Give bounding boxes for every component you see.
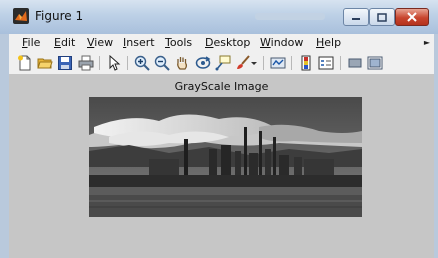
pointer-icon[interactable]: [106, 55, 122, 71]
figure-canvas: GrayScale Image: [9, 74, 434, 258]
figure-toolbar: [9, 52, 434, 75]
blurred-title-region: [255, 13, 325, 20]
brush-dropdown-icon[interactable]: [250, 55, 258, 71]
industrial-plant-photo: [89, 97, 362, 217]
menu-window[interactable]: Window: [260, 36, 303, 49]
show-plot-tools-icon[interactable]: [367, 55, 383, 71]
open-folder-icon[interactable]: [37, 55, 53, 71]
minimize-button[interactable]: [343, 8, 369, 26]
close-button[interactable]: [395, 8, 429, 26]
insert-colorbar-icon[interactable]: [298, 55, 314, 71]
grayscale-image: [89, 97, 362, 217]
menu-help[interactable]: Help: [316, 36, 341, 49]
toolbar-separator: [291, 56, 292, 70]
new-figure-icon[interactable]: [17, 55, 33, 71]
window-title: Figure 1: [35, 9, 84, 23]
maximize-icon: [377, 12, 387, 22]
menu-insert[interactable]: Insert: [123, 36, 155, 49]
figure-window: Figure 1 File Edit View Insert Tools Des…: [0, 0, 438, 258]
menu-edit[interactable]: Edit: [54, 36, 75, 49]
toolbar-separator: [263, 56, 264, 70]
menu-desktop[interactable]: Desktop: [205, 36, 250, 49]
rotate-3d-icon[interactable]: [195, 55, 211, 71]
insert-legend-icon[interactable]: [318, 55, 334, 71]
data-cursor-icon[interactable]: [215, 55, 231, 71]
toolbar-separator: [99, 56, 100, 70]
menu-tools[interactable]: Tools: [165, 36, 192, 49]
pan-hand-icon[interactable]: [174, 55, 190, 71]
menu-bar: File Edit View Insert Tools Desktop Wind…: [9, 34, 434, 52]
print-icon[interactable]: [78, 55, 94, 71]
maximize-button[interactable]: [369, 8, 395, 26]
matlab-app-icon: [13, 8, 29, 24]
brush-icon[interactable]: [235, 55, 251, 71]
close-icon: [407, 12, 417, 22]
menu-view[interactable]: View: [87, 36, 113, 49]
menu-overflow-icon[interactable]: ►: [424, 38, 430, 47]
minimize-icon: [352, 18, 360, 20]
toolbar-separator: [127, 56, 128, 70]
menu-file[interactable]: File: [22, 36, 40, 49]
save-icon[interactable]: [57, 55, 73, 71]
link-plot-icon[interactable]: [270, 55, 286, 71]
title-bar[interactable]: Figure 1: [0, 0, 438, 34]
plot-title: GrayScale Image: [174, 80, 269, 93]
toolbar-separator: [340, 56, 341, 70]
zoom-in-icon[interactable]: [134, 55, 150, 71]
zoom-out-icon[interactable]: [154, 55, 170, 71]
hide-plot-tools-icon[interactable]: [347, 55, 363, 71]
